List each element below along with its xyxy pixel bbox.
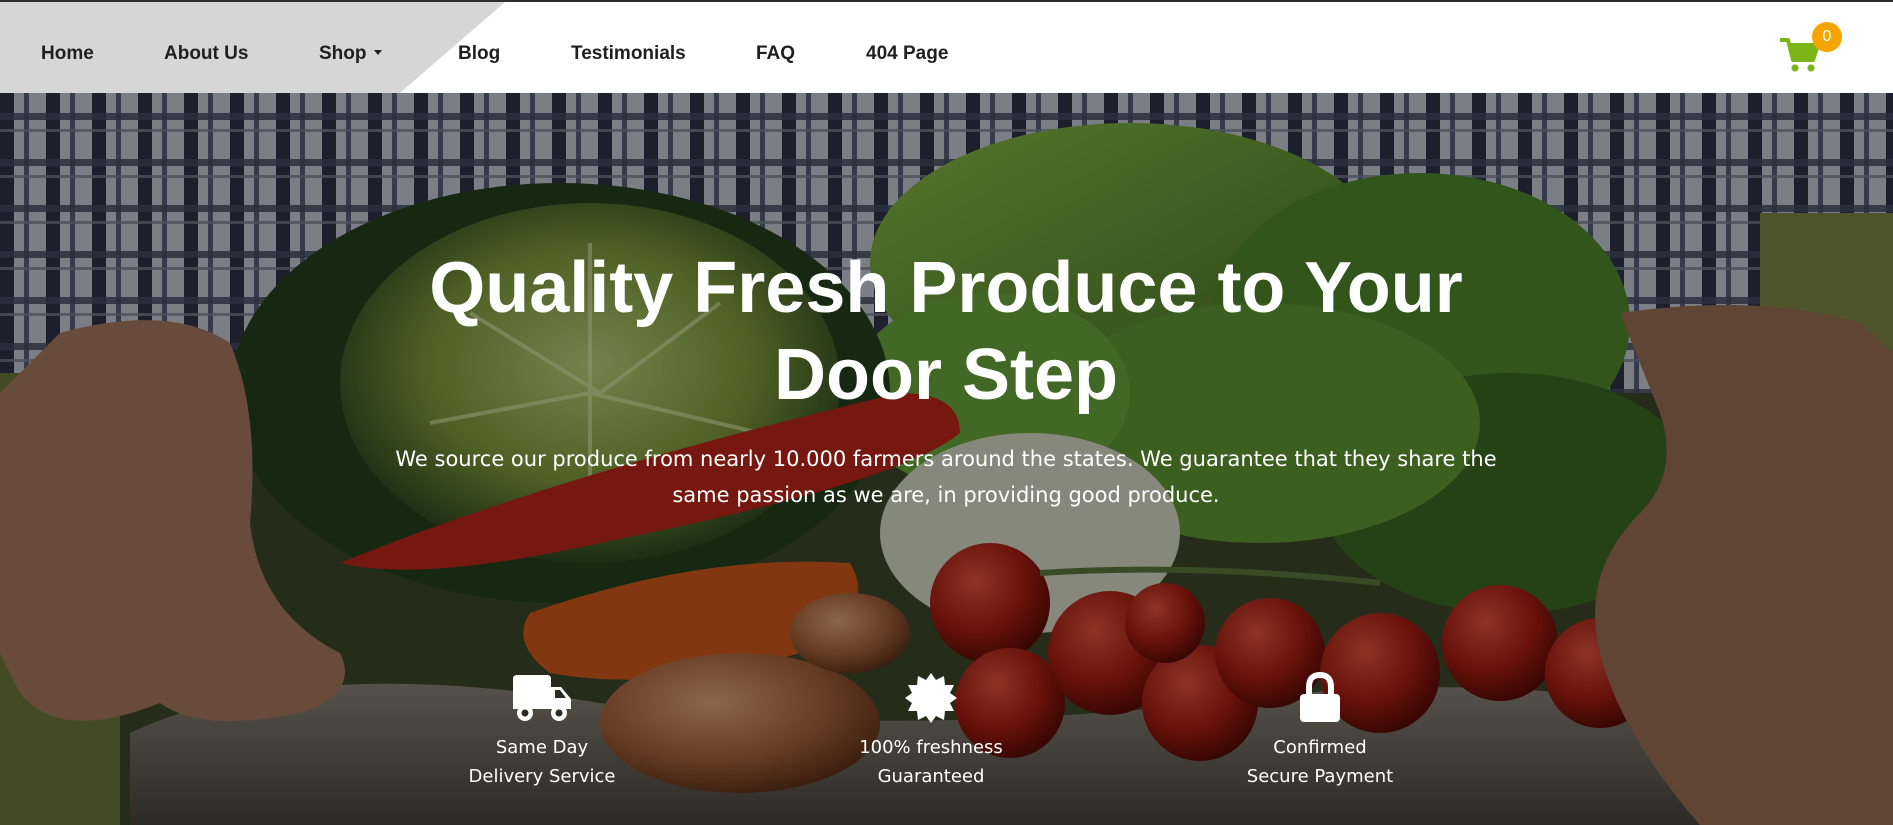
nav-item-home[interactable]: Home: [41, 2, 94, 93]
nav-item-blog[interactable]: Blog: [458, 2, 500, 93]
nav-item-testimonials[interactable]: Testimonials: [571, 2, 686, 93]
cart-button[interactable]: 0: [1780, 22, 1842, 76]
chevron-down-icon: [373, 50, 382, 55]
truck-icon: [513, 675, 571, 721]
feature-secure-payment: Confirmed Secure Payment: [1190, 671, 1450, 791]
cart-count-badge: 0: [1812, 22, 1842, 52]
feature-subtitle: Secure Payment: [1246, 766, 1394, 787]
nav-item-shop-label: Shop: [319, 43, 367, 64]
nav-item-shop[interactable]: Shop: [319, 2, 382, 93]
nav-item-404-page[interactable]: 404 Page: [866, 2, 948, 93]
certificate-icon: [905, 673, 957, 723]
hero-section: Quality Fresh Produce to Your Door Step …: [0, 93, 1893, 825]
feature-title: Same Day: [495, 737, 589, 758]
feature-freshness-guaranteed: 100% freshness Guaranteed: [801, 671, 1061, 791]
feature-title: 100% freshness: [859, 737, 1003, 758]
feature-title: Confirmed: [1273, 737, 1367, 758]
feature-subtitle: Guaranteed: [877, 766, 985, 787]
feature-same-day-delivery: Same Day Delivery Service: [412, 671, 672, 791]
feature-subtitle: Delivery Service: [468, 766, 616, 787]
hero-title: Quality Fresh Produce to Your Door Step: [429, 248, 1463, 415]
lock-icon: [1300, 671, 1340, 722]
nav-item-faq[interactable]: FAQ: [756, 2, 795, 93]
nav-item-about-us[interactable]: About Us: [164, 2, 248, 93]
hero-subtitle: We source our produce from nearly 10.000…: [395, 447, 1497, 507]
main-navbar: Home About Us Shop Blog Testimonials FAQ…: [0, 2, 1893, 93]
